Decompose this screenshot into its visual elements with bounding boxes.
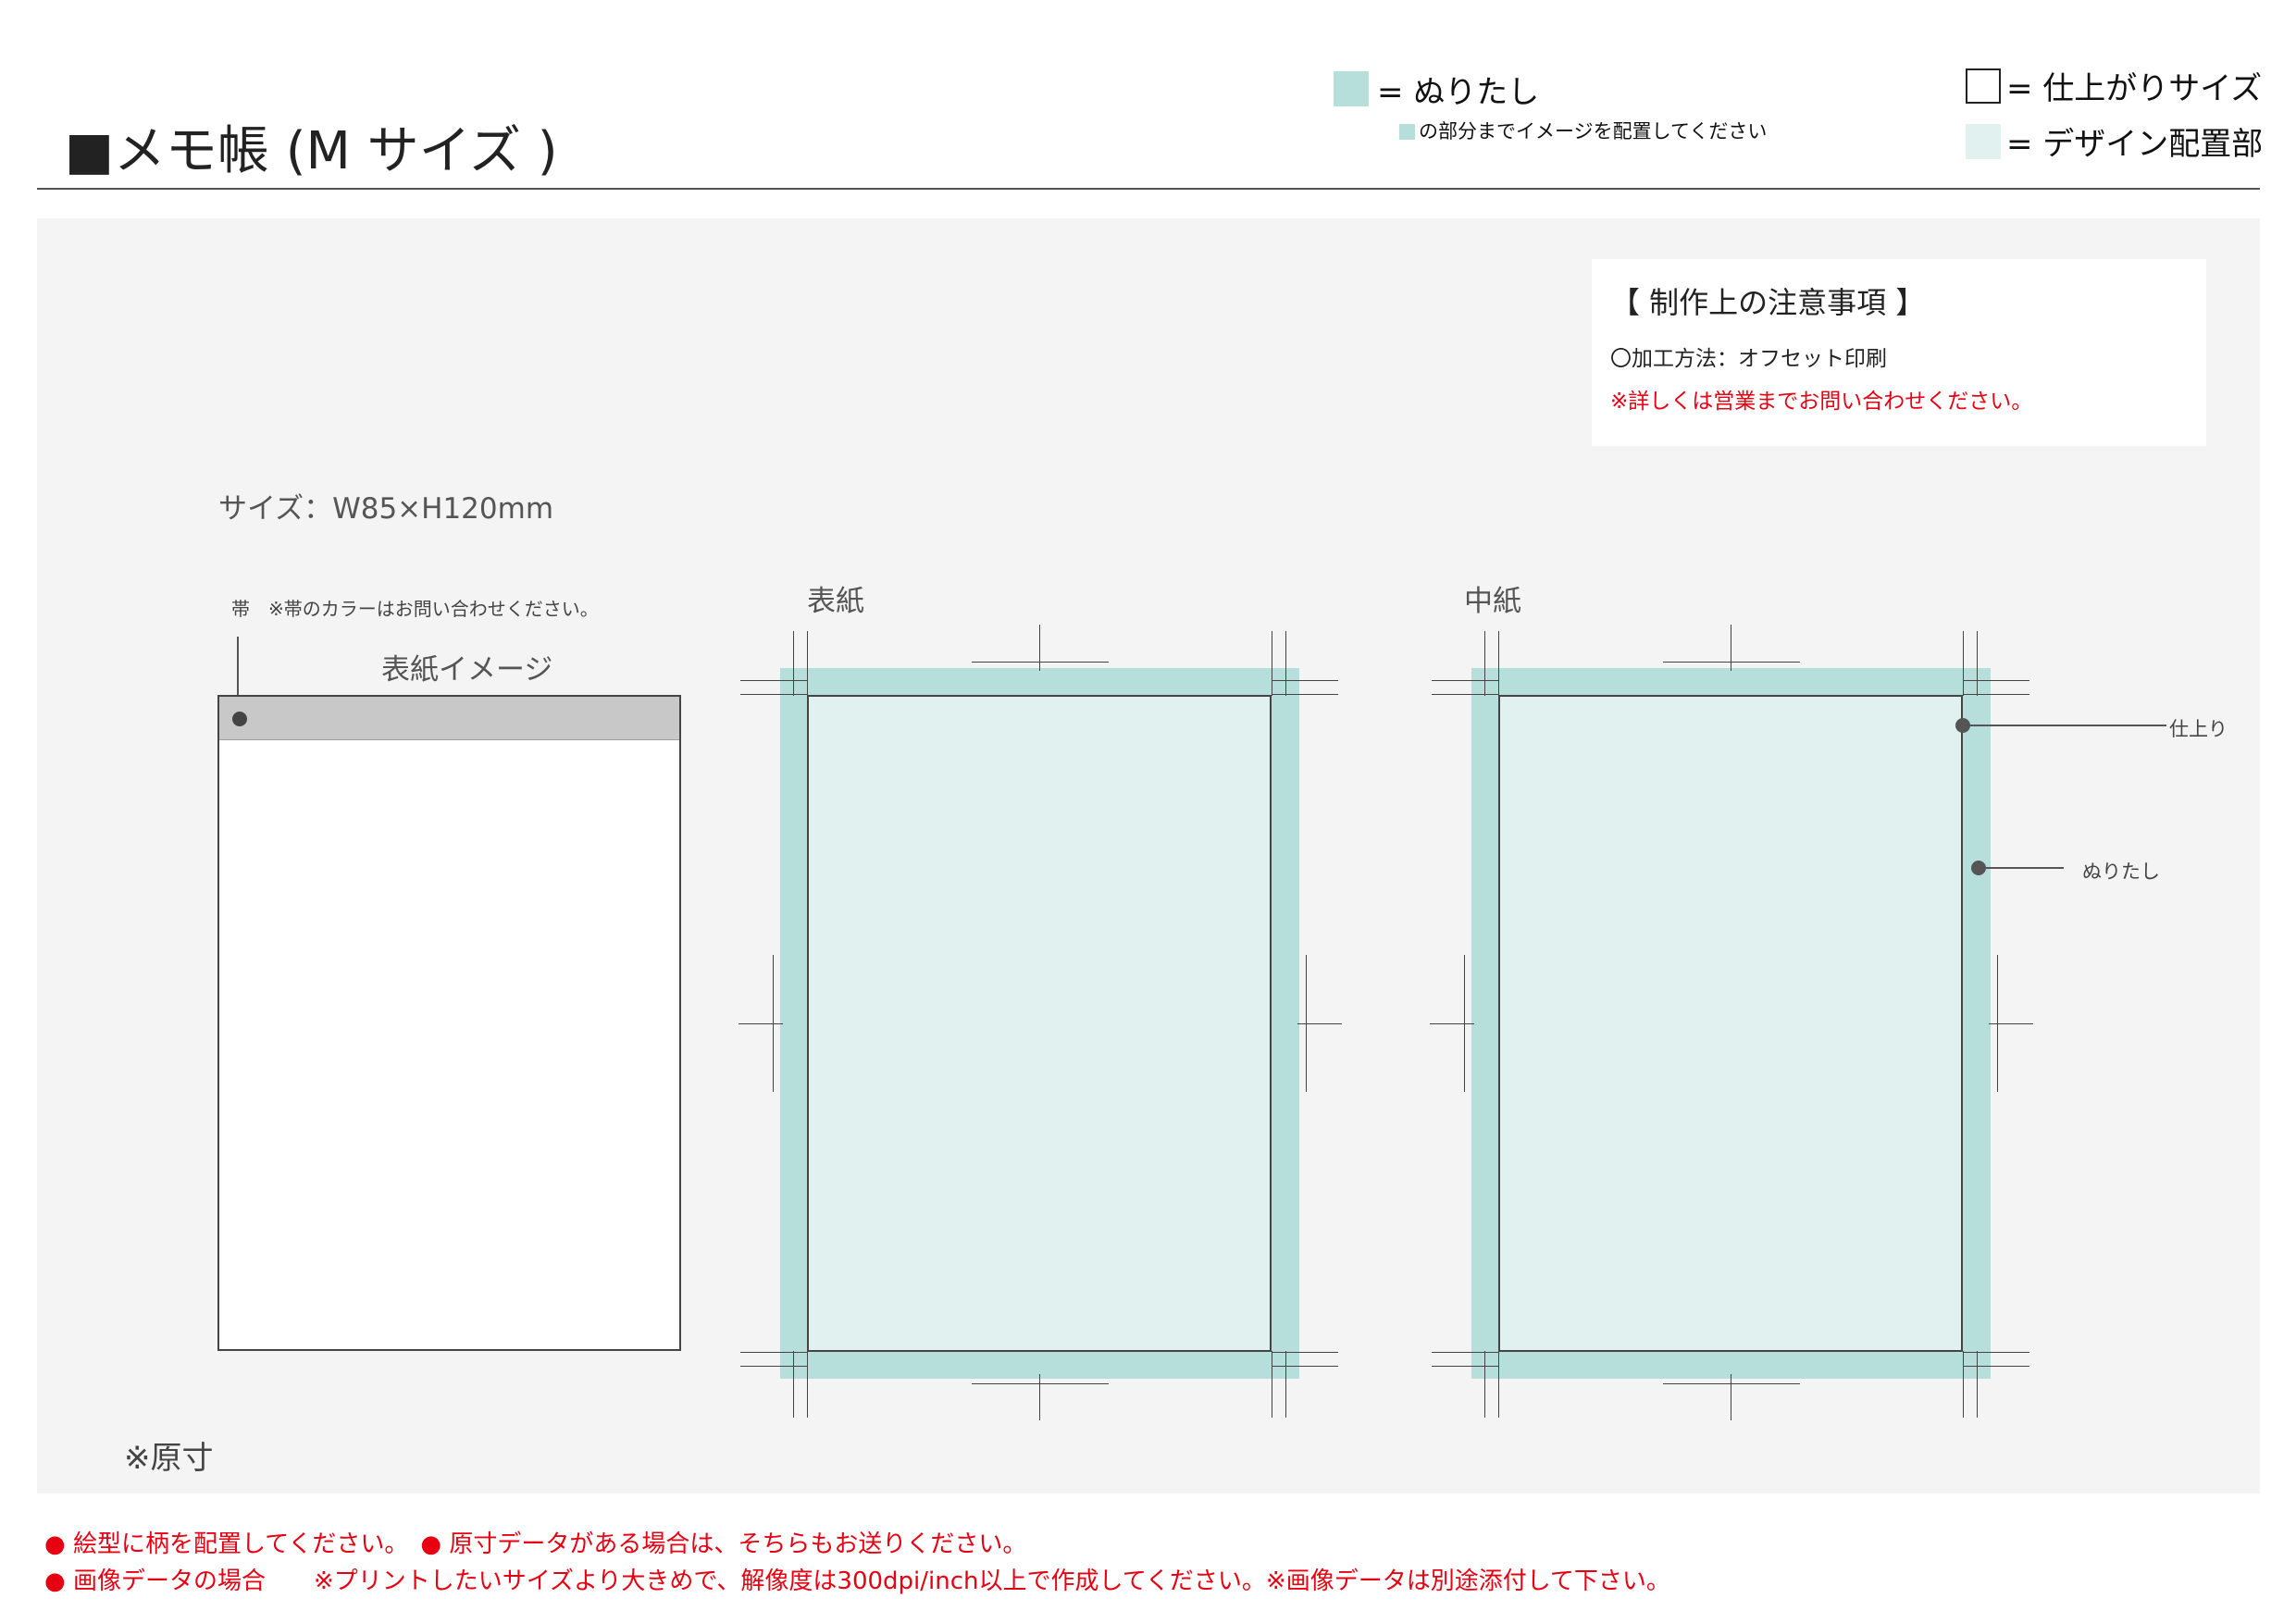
size-label: サイズ：W85×H120mm bbox=[218, 492, 554, 526]
crop-mark bbox=[1498, 631, 1499, 696]
crop-mark bbox=[1963, 694, 2029, 695]
crop-mark bbox=[1432, 680, 1498, 681]
crop-mark bbox=[793, 631, 794, 696]
production-notes-box: 【 制作上の注意事項 】 〇加工方法：オフセット印刷 ※詳しくは営業までお問い合… bbox=[1592, 259, 2206, 446]
crop-mark bbox=[1963, 680, 2029, 681]
trim-callout-label: 仕上り bbox=[2169, 718, 2228, 740]
crop-mark bbox=[1272, 680, 1338, 681]
notes-method: 〇加工方法：オフセット印刷 bbox=[1610, 347, 1887, 371]
inner-design-area[interactable] bbox=[1498, 695, 1963, 1352]
trim-callout-line bbox=[1963, 725, 2166, 726]
band-note: 帯 ※帯のカラーはお問い合わせください。 bbox=[231, 598, 599, 620]
cover-image-label: 表紙イメージ bbox=[381, 653, 553, 687]
cover-design-area[interactable] bbox=[807, 695, 1272, 1352]
center-mark bbox=[1039, 625, 1040, 671]
crop-mark bbox=[807, 1351, 808, 1418]
legend-bleed-label: = ぬりたし bbox=[1377, 74, 1540, 111]
crop-mark bbox=[1432, 1352, 1498, 1353]
cover-label: 表紙 bbox=[807, 585, 864, 618]
crop-mark bbox=[807, 631, 808, 696]
crop-mark bbox=[1484, 631, 1485, 696]
legend-trim-label: = 仕上がりサイズ bbox=[2006, 70, 2263, 107]
notes-warning: ※詳しくは営業までお問い合わせください。 bbox=[1610, 390, 2033, 414]
center-mark bbox=[1297, 1023, 1342, 1024]
crop-mark bbox=[793, 1351, 794, 1418]
legend-design-swatch bbox=[1966, 124, 2001, 159]
crop-mark bbox=[1432, 694, 1498, 695]
legend-bleed-note: の部分までイメージを配置してください bbox=[1399, 117, 1767, 144]
legend-mini-swatch bbox=[1399, 124, 1415, 140]
footer-instruction-1: ● 絵型に柄を配置してください。 ● 原寸データがある場合は、そちらもお送りくだ… bbox=[44, 1530, 1027, 1558]
page-title: ■メモ帳 (M サイズ ) bbox=[65, 121, 558, 181]
cover-image-mockup bbox=[217, 695, 681, 1351]
center-mark bbox=[1663, 662, 1800, 663]
band-marker-dot bbox=[232, 712, 247, 726]
legend-trim-swatch bbox=[1966, 68, 2001, 104]
crop-mark bbox=[1963, 1352, 2029, 1353]
center-mark bbox=[972, 662, 1109, 663]
crop-mark bbox=[1963, 1351, 1964, 1418]
center-mark bbox=[1663, 1383, 1800, 1384]
crop-mark bbox=[1498, 1351, 1499, 1418]
crop-mark bbox=[1963, 1366, 2029, 1367]
crop-mark bbox=[740, 1352, 807, 1353]
crop-mark bbox=[1272, 1366, 1338, 1367]
original-size-note: ※原寸 bbox=[124, 1440, 214, 1477]
footer-instruction-2: ● 画像データの場合 ※プリントしたいサイズより大きめで、解像度は300dpi/… bbox=[44, 1567, 1670, 1595]
legend-bleed-swatch bbox=[1334, 71, 1369, 106]
bleed-callout-label: ぬりたし bbox=[2082, 861, 2160, 883]
bleed-callout-line bbox=[1979, 867, 2064, 869]
crop-mark bbox=[1977, 631, 1978, 696]
crop-mark bbox=[1272, 1352, 1338, 1353]
crop-mark bbox=[740, 694, 807, 695]
crop-mark bbox=[1963, 631, 1964, 696]
crop-mark bbox=[740, 1366, 807, 1367]
inner-label: 中紙 bbox=[1464, 585, 1521, 618]
center-mark bbox=[738, 1023, 783, 1024]
center-mark bbox=[972, 1383, 1109, 1384]
legend-bleed-note-text: の部分までイメージを配置してください bbox=[1419, 120, 1768, 142]
crop-mark bbox=[1484, 1351, 1485, 1418]
cover-band bbox=[219, 697, 679, 740]
crop-mark bbox=[1977, 1351, 1978, 1418]
notes-title: 【 制作上の注意事項 】 bbox=[1610, 285, 1926, 320]
center-mark bbox=[1430, 1023, 1474, 1024]
crop-mark bbox=[1272, 694, 1338, 695]
crop-mark bbox=[1285, 1351, 1286, 1418]
crop-mark bbox=[1285, 631, 1286, 696]
legend-design-label: = デザイン配置部 bbox=[2006, 126, 2264, 163]
crop-mark bbox=[740, 680, 807, 681]
center-mark bbox=[1989, 1023, 2033, 1024]
title-divider bbox=[37, 188, 2260, 190]
center-mark bbox=[1039, 1374, 1040, 1420]
crop-mark bbox=[1432, 1366, 1498, 1367]
